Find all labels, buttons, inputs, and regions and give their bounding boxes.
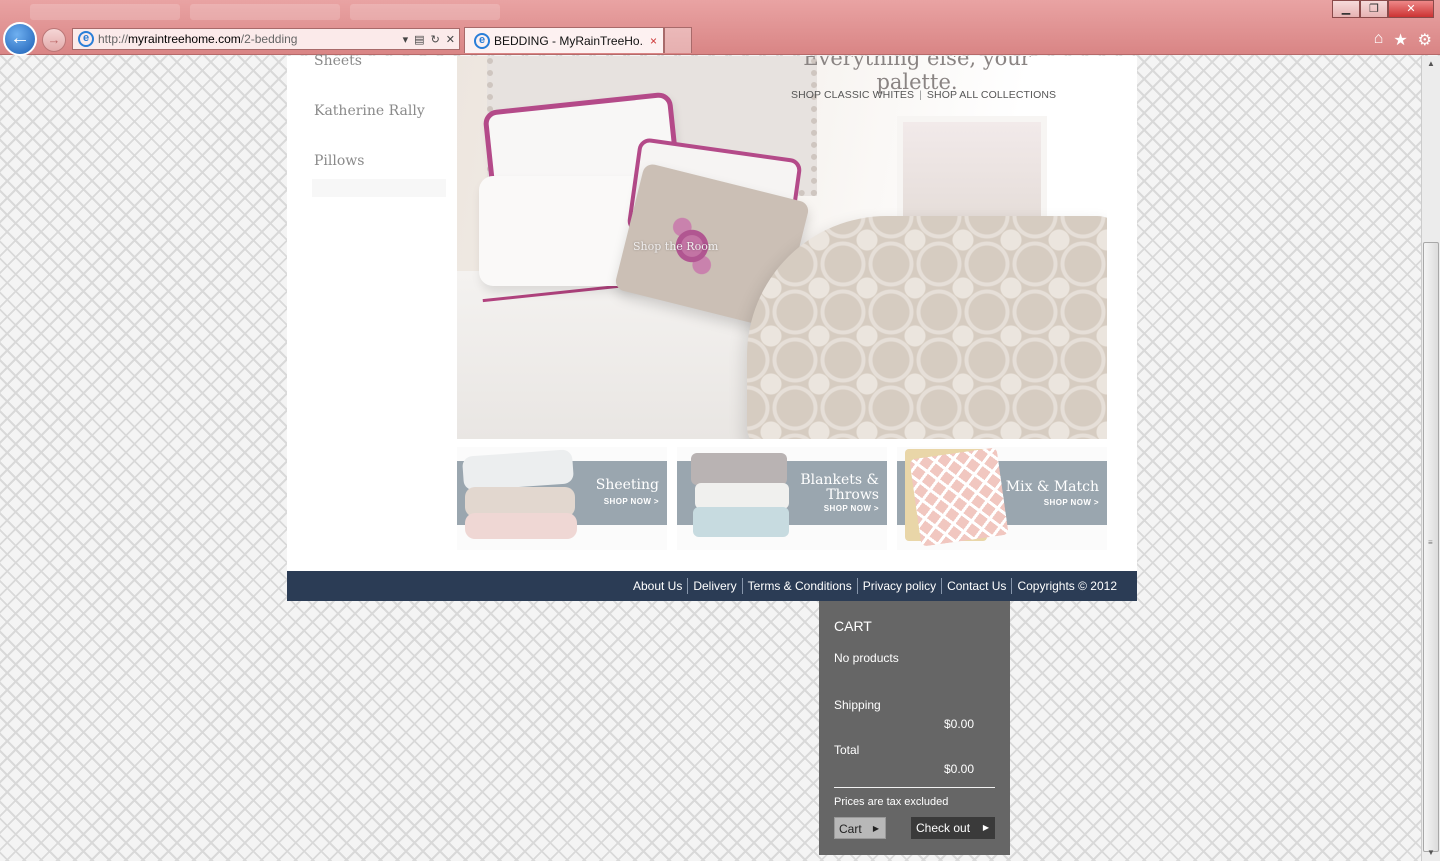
- shop-all-collections-link[interactable]: SHOP ALL COLLECTIONS: [927, 89, 1056, 101]
- footer-link-terms[interactable]: Terms & Conditions: [741, 578, 857, 594]
- stop-icon[interactable]: ✕: [446, 33, 455, 46]
- browser-tools: ⌂ ★ ⚙: [1374, 30, 1432, 50]
- url-prefix: http://: [98, 32, 129, 46]
- background-windows: [30, 4, 500, 20]
- promo-sheeting[interactable]: Sheeting SHOP NOW >: [457, 447, 667, 550]
- minimize-button[interactable]: ▁: [1332, 0, 1360, 18]
- checkout-button[interactable]: Check out ▶: [911, 817, 995, 839]
- total-value: $0.00: [944, 762, 975, 776]
- footer-link-delivery[interactable]: Delivery: [687, 578, 741, 594]
- scroll-up-arrow[interactable]: ▲: [1422, 56, 1440, 72]
- address-bar[interactable]: e http://myraintreehome.com/2-bedding ▾ …: [72, 28, 460, 50]
- tab-close-icon[interactable]: ×: [644, 34, 663, 48]
- sidebar-item-pillows[interactable]: Pillows: [314, 153, 364, 169]
- favorites-icon[interactable]: ★: [1393, 30, 1407, 50]
- cart-empty-message: No products: [834, 651, 899, 665]
- grip-icon: ≡: [1428, 538, 1433, 547]
- shop-now-link[interactable]: SHOP NOW >: [824, 504, 879, 513]
- footer-link-privacy[interactable]: Privacy policy: [856, 578, 941, 594]
- pattern-pillow-graphic: [909, 447, 1009, 547]
- vertical-scrollbar[interactable]: ▲ ≡ ▼: [1421, 56, 1440, 861]
- cart-button[interactable]: Cart ▶: [834, 817, 886, 839]
- restore-button[interactable]: ❐: [1360, 0, 1388, 18]
- ghost-tab: [190, 4, 340, 20]
- browser-tab-active[interactable]: e BEDDING - MyRainTreeHo... ×: [464, 27, 664, 53]
- dropdown-icon[interactable]: ▾: [403, 33, 409, 46]
- refresh-icon[interactable]: ↻: [431, 33, 440, 46]
- promo-title-line1: Blankets &: [800, 472, 879, 488]
- sidebar-item-katherine-rally[interactable]: Katherine Rally: [314, 103, 425, 119]
- promo-row: Sheeting SHOP NOW > Blankets & Throws SH…: [457, 447, 1107, 550]
- promo-blankets-throws[interactable]: Blankets & Throws SHOP NOW >: [677, 447, 887, 550]
- cart-button-label: Cart: [839, 822, 862, 836]
- chevron-right-icon: ▶: [872, 824, 879, 833]
- tab-title: BEDDING - MyRainTreeHo...: [494, 33, 644, 48]
- promo-title-line2: Throws: [826, 487, 879, 503]
- pillow-stack-graphic: [465, 513, 577, 539]
- ie-icon: e: [78, 31, 94, 47]
- footer-link-contact-us[interactable]: Contact Us: [941, 578, 1011, 594]
- compat-icon[interactable]: ▤: [414, 33, 424, 46]
- promo-mix-match[interactable]: Mix & Match SHOP NOW >: [897, 447, 1107, 550]
- settings-icon[interactable]: ⚙: [1418, 30, 1432, 50]
- scroll-thumb[interactable]: ≡: [1423, 242, 1439, 852]
- url-domain: myraintreehome.com: [128, 32, 241, 46]
- cart-title[interactable]: CART: [834, 618, 872, 634]
- close-window-button[interactable]: ✕: [1388, 0, 1434, 18]
- shop-now-link[interactable]: SHOP NOW >: [1044, 498, 1099, 507]
- blanket-stack-graphic: [693, 507, 789, 537]
- home-icon[interactable]: ⌂: [1374, 30, 1384, 50]
- promo-title: Mix & Match: [1005, 479, 1099, 495]
- shipping-label: Shipping: [834, 698, 881, 712]
- sidebar-item-sheets[interactable]: Sheets: [314, 53, 362, 69]
- promo-title: Sheeting: [595, 477, 659, 493]
- address-tools: ▾ ▤ ↻ ✕: [403, 33, 459, 46]
- shop-the-room-label[interactable]: Shop the Room: [633, 240, 718, 253]
- tab-ie-icon: e: [474, 32, 490, 49]
- footer-link-about-us[interactable]: About Us: [628, 578, 687, 594]
- total-label: Total: [834, 743, 860, 757]
- url-path: /2-bedding: [240, 32, 298, 46]
- ghost-tab: [350, 4, 500, 20]
- browser-chrome: ▁ ❐ ✕ ← → e http://myraintreehome.com/2-…: [0, 0, 1440, 56]
- forward-icon[interactable]: →: [42, 28, 66, 52]
- new-tab-button[interactable]: [664, 27, 692, 53]
- link-separator: |: [919, 89, 922, 101]
- window-controls: ▁ ❐ ✕: [1332, 0, 1434, 18]
- shop-now-link[interactable]: SHOP NOW >: [604, 497, 659, 506]
- shop-classic-whites-link[interactable]: SHOP CLASSIC WHITES: [791, 89, 914, 101]
- chevron-right-icon: ▶: [982, 823, 989, 832]
- hero-banner[interactable]: Everything else, your palette. SHOP CLAS…: [457, 56, 1107, 439]
- duvet-graphic: [747, 216, 1107, 439]
- blanket-stack-graphic: [695, 483, 789, 509]
- footer-copyright: Copyrights © 2012: [1011, 578, 1122, 594]
- shipping-value: $0.00: [944, 717, 975, 731]
- cart-block: CART No products Shipping $0.00 Total $0…: [819, 601, 1010, 855]
- footer-links: About Us Delivery Terms & Conditions Pri…: [628, 578, 1122, 594]
- sidebar-divider: [312, 179, 446, 197]
- scroll-down-arrow[interactable]: ▼: [1422, 845, 1440, 861]
- blanket-stack-graphic: [691, 453, 787, 485]
- tax-note: Prices are tax excluded: [834, 796, 949, 808]
- back-icon[interactable]: ←: [3, 22, 37, 56]
- cart-divider: [834, 787, 995, 788]
- hero-links: SHOP CLASSIC WHITES | SHOP ALL COLLECTIONS: [791, 89, 1056, 101]
- ghost-tab: [30, 4, 180, 20]
- checkout-button-label: Check out: [916, 821, 971, 835]
- site-footer: About Us Delivery Terms & Conditions Pri…: [287, 571, 1137, 601]
